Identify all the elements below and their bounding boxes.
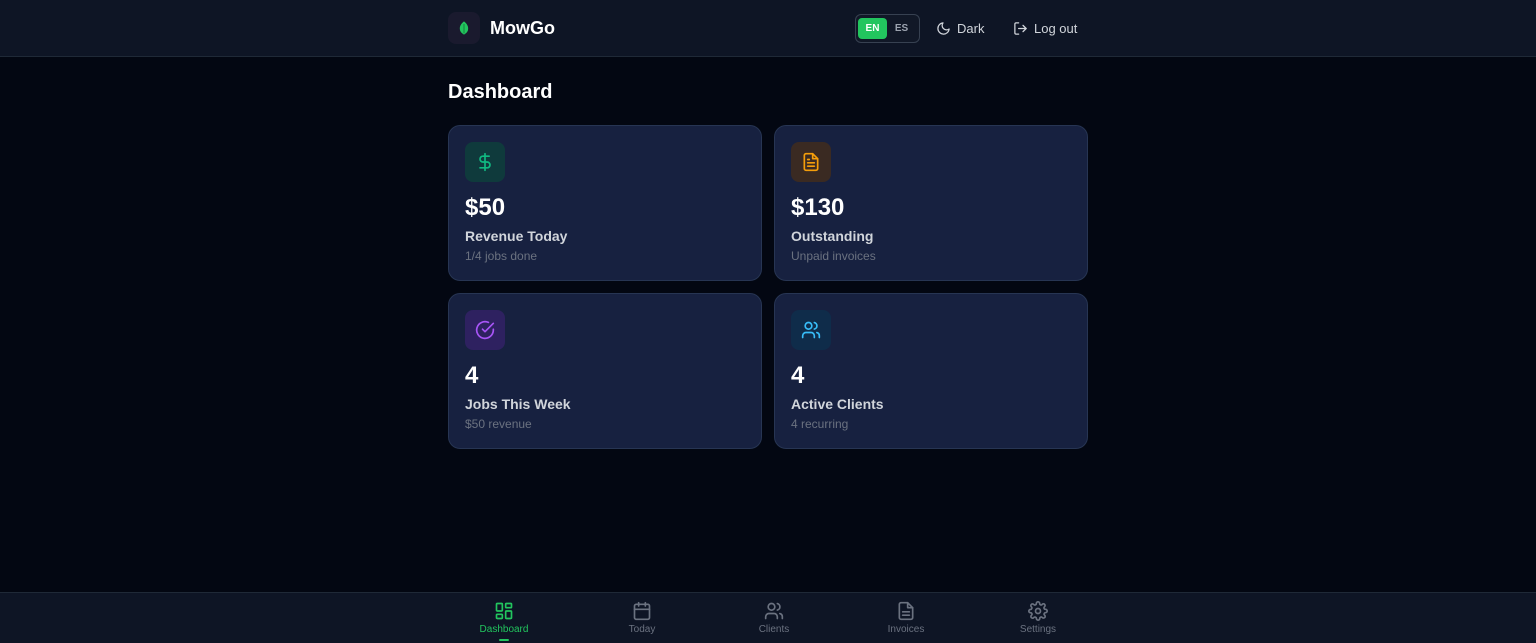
- card-subtext: 1/4 jobs done: [465, 249, 538, 263]
- stat-card-active-clients[interactable]: 4 Active Clients 4 recurring: [774, 293, 1088, 449]
- card-label: Outstanding: [791, 228, 874, 244]
- document-icon: [803, 152, 819, 172]
- nav-label: Settings: [1019, 624, 1057, 635]
- card-icon-box: [791, 142, 831, 182]
- lang-es-button[interactable]: ES: [887, 18, 916, 39]
- users-icon: [801, 321, 821, 339]
- nav-label: Dashboard: [479, 624, 529, 635]
- card-subtext: Unpaid invoices: [791, 249, 876, 263]
- stat-card-outstanding[interactable]: $130 Outstanding Unpaid invoices: [774, 125, 1088, 281]
- card-label: Revenue Today: [465, 228, 568, 244]
- card-value: $130: [791, 194, 845, 221]
- stat-card-jobs-this-week[interactable]: 4 Jobs This Week $50 revenue: [448, 293, 762, 449]
- logout-button[interactable]: Log out: [1013, 18, 1077, 38]
- nav-item-today[interactable]: Today: [592, 601, 692, 641]
- logo[interactable]: [448, 12, 480, 44]
- language-toggle: EN ES: [855, 14, 920, 43]
- theme-label: Dark: [957, 20, 985, 36]
- dollar-icon: [479, 152, 491, 172]
- nav-label: Today: [628, 624, 656, 635]
- active-nav-indicator: [499, 639, 509, 641]
- calendar-icon: [633, 601, 651, 621]
- page-title: Dashboard: [448, 81, 553, 103]
- card-value: 4: [465, 362, 479, 389]
- moon-icon: [937, 21, 950, 35]
- brand-name[interactable]: MowGo: [490, 17, 555, 39]
- nav-item-dashboard[interactable]: Dashboard: [454, 601, 554, 641]
- top-header: MowGo EN ES Dark Log out: [0, 0, 1536, 57]
- nav-item-invoices[interactable]: Invoices: [856, 601, 956, 641]
- stat-card-revenue-today[interactable]: $50 Revenue Today 1/4 jobs done: [448, 125, 762, 281]
- card-subtext: $50 revenue: [465, 417, 532, 431]
- lang-en-button[interactable]: EN: [858, 18, 887, 39]
- invoice-icon: [898, 601, 914, 621]
- card-icon-box: [791, 310, 831, 350]
- nav-item-clients[interactable]: Clients: [724, 601, 824, 641]
- card-value: 4: [791, 362, 805, 389]
- card-label: Active Clients: [791, 396, 884, 412]
- card-label: Jobs This Week: [465, 396, 571, 412]
- check-circle-icon: [475, 320, 495, 340]
- card-value: $50: [465, 194, 506, 221]
- leaf-icon: [459, 21, 469, 35]
- nav-label: Invoices: [887, 624, 925, 635]
- card-icon-box: [465, 142, 505, 182]
- logout-label: Log out: [1034, 20, 1078, 36]
- nav-item-settings[interactable]: Settings: [988, 601, 1088, 641]
- theme-toggle-button[interactable]: Dark: [936, 18, 984, 38]
- nav-label: Clients: [758, 624, 790, 635]
- card-icon-box: [465, 310, 505, 350]
- gear-icon: [1028, 601, 1048, 621]
- bottom-nav: Dashboard Today Clients Invoices Setting…: [0, 592, 1536, 643]
- card-subtext: 4 recurring: [791, 417, 849, 431]
- logout-icon: [1014, 21, 1027, 35]
- users-icon: [764, 602, 784, 620]
- grid-icon: [495, 602, 513, 620]
